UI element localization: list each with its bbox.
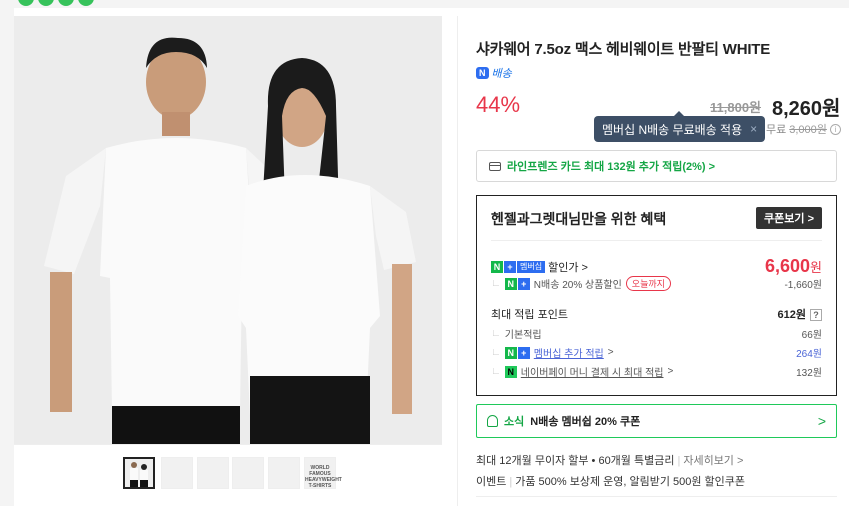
thumbnail-3[interactable] [197,457,229,489]
top-strip [0,0,849,8]
naver-pay-icon: N [504,365,517,378]
thumbnail-5[interactable] [268,457,300,489]
thumbnail-people-image [125,459,153,487]
thumbnail-2[interactable] [161,457,193,489]
points-value: 612원 [777,309,806,321]
card-promo-link[interactable]: 라인프렌즈 카드 최대 132원 추가 적립(2%) > [476,150,837,182]
coupon-view-button[interactable]: 쿠폰보기 > [756,207,822,229]
discount-percent: 44% [476,92,521,117]
naverpay-link[interactable]: 네이버페이 머니 결제 시 최대 적립 [521,364,664,379]
today-only-badge: 오늘까지 [625,276,671,291]
member-price-label: 할인가 > [548,261,588,274]
n-plus-membership-icon: N + 멤버십 [491,260,546,273]
product-title: 샤카웨어 7.5oz 맥스 헤비웨이트 반팔티 WHITE [476,41,771,58]
thumbnail-4[interactable] [232,457,264,489]
news-text: N배송 멤버쉽 20% 쿠폰 [530,416,641,428]
delivery-label: 배송 [491,68,512,80]
installment-info: 최대 12개월 무이자 할부 • 60개월 특별금리 | 자세히보기 > [476,455,744,467]
brand-shape [78,0,94,6]
n-plus-icon: N + [504,277,530,290]
basic-points-row: ∟ 기본적립 66원 [491,328,822,341]
news-label: 소식 [504,416,525,428]
points-value-wrap: 612원? [778,306,822,322]
benefit-title: 헨젤과그렛대님만을 위한 혜택 [491,211,667,227]
event-info: 이벤트 | 가품 500% 보상제 운영, 알림받기 500원 할인쿠폰 [476,476,746,488]
member-price-row[interactable]: N + 멤버십 할인가 > 6,600원 [491,256,822,277]
shipping-fee: 무료 3,000원 i [766,121,841,137]
brand-shape [38,0,54,6]
n-plus-icon: N + [504,346,530,359]
column-divider [457,16,458,506]
benefit-panel: 헨젤과그렛대님만을 위한 혜택 쿠폰보기 > N + 멤버십 할인가 > 6,600… [476,195,837,396]
shipping-label: 무료 [766,124,787,136]
event-text: 가품 500% 보상제 운영, 알림받기 500원 할인쿠폰 [515,476,746,488]
n-discount-label: N배송 20% 상품할인 [533,280,622,291]
thumbnail-6[interactable]: WORLD FAMOUS HEAVYWEIGHT T-SHIRTS [304,457,342,489]
points-row: 최대 적립 포인트 612원? [491,306,822,322]
info-icon[interactable]: i [829,123,841,135]
event-label: 이벤트 [476,476,507,488]
divider [491,240,822,241]
product-photo-illustration [14,16,442,444]
membership-tooltip: 멤버십 N배송 무료배송 적용 × [594,111,766,142]
member-extra-link[interactable]: 멤버십 추가 적립 [534,345,604,360]
sale-price: 8,260원 [772,98,841,120]
member-price: 6,600원 [764,256,822,276]
product-main-image[interactable] [14,16,442,444]
member-extra-value: 264원 [796,349,822,360]
naverpay-value: 132원 [796,368,822,379]
basic-points-value: 66원 [801,330,822,341]
thumbnail-strip: WORLD FAMOUS HEAVYWEIGHT T-SHIRTS [14,444,442,506]
brand-shape [58,0,74,6]
brand-shape [18,0,34,6]
help-icon[interactable]: ? [810,309,822,321]
points-label: 최대 적립 포인트 [491,309,568,321]
close-icon[interactable]: × [750,122,757,136]
shipping-original-fee: 3,000원 [789,124,827,136]
basic-points-label: 기본적립 [504,330,542,341]
chevron-right-icon: > [817,413,826,429]
thumbnail-1[interactable] [123,457,155,489]
n-delivery-icon: N [476,67,489,79]
member-extra-row[interactable]: ∟ N + 멤버십 추가 적립 > 264원 [491,345,822,360]
news-coupon-banner[interactable]: 소식 N배송 멤버쉽 20% 쿠폰 > [476,404,837,438]
tooltip-text: 멤버십 N배송 무료배송 적용 [602,122,743,137]
delivery-tag: N 배송 [476,65,512,81]
card-promo-text: 라인프렌즈 카드 최대 132원 추가 적립(2%) > [507,161,716,173]
details-link[interactable]: 자세히보기 > [683,455,743,467]
divider [476,496,837,497]
original-price: 11,800원 [710,100,762,115]
bell-icon [487,415,498,427]
n-discount-row: ∟ N + N배송 20% 상품할인 오늘까지 -1,660원 [491,276,822,291]
n-discount-value: -1,660원 [784,280,822,291]
credit-card-icon [489,161,501,171]
naverpay-row[interactable]: ∟ N 네이버페이 머니 결제 시 최대 적립 > 132원 [491,364,822,379]
installment-text: 최대 12개월 무이자 할부 • 60개월 특별금리 [476,455,675,467]
